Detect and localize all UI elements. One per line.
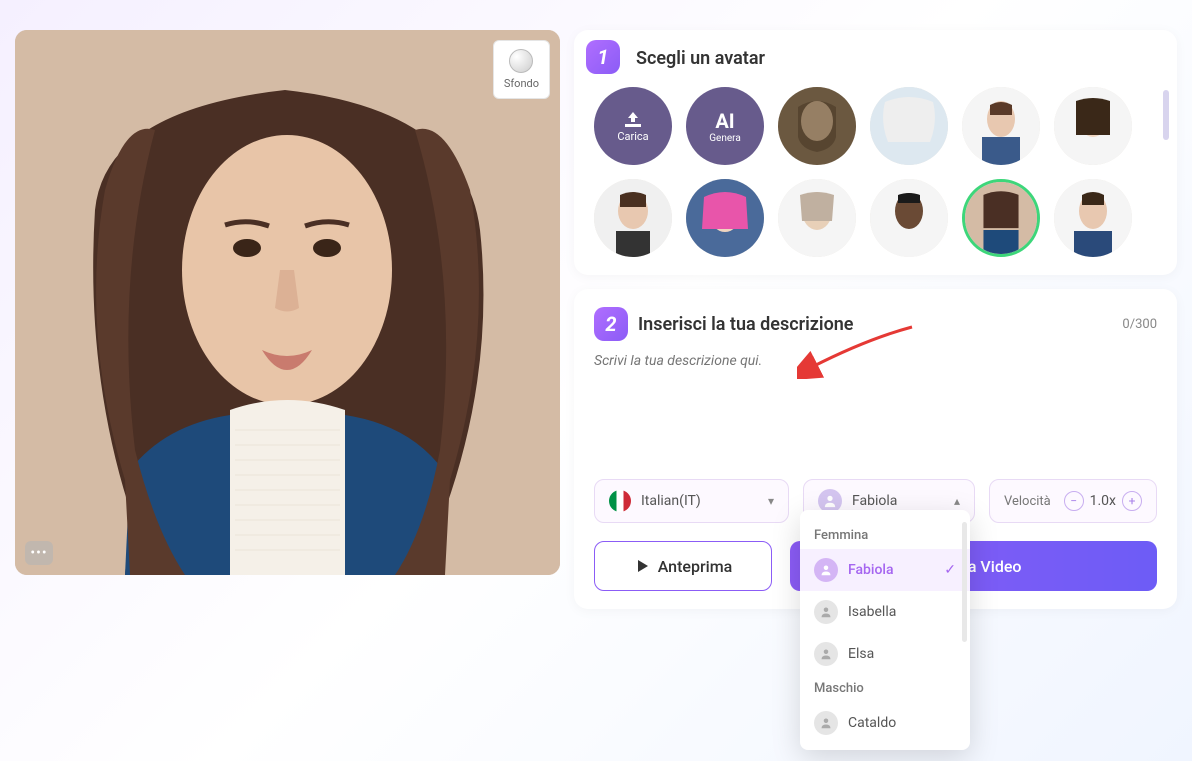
italy-flag-icon [609, 490, 631, 512]
scrollbar[interactable] [1163, 90, 1169, 140]
avatar-option-7[interactable] [778, 179, 856, 257]
avatar-option-4[interactable] [1054, 87, 1132, 165]
dropdown-scrollbar[interactable] [962, 522, 967, 642]
person-icon [814, 600, 838, 624]
voice-option-fabiola[interactable]: Fabiola ✓ [800, 549, 970, 591]
more-options-button[interactable]: ••• [25, 541, 53, 565]
avatar-option-1[interactable] [778, 87, 856, 165]
step2-badge: 2 [594, 307, 628, 341]
language-select[interactable]: Italian(IT) ▾ [594, 479, 789, 523]
check-icon: ✓ [944, 562, 956, 578]
play-icon [634, 558, 650, 574]
voice-option-isabella[interactable]: Isabella [800, 591, 970, 633]
dots-icon: ••• [30, 545, 47, 561]
dropdown-group-male: Maschio [800, 675, 970, 702]
avatar-option-8[interactable] [870, 179, 948, 257]
avatar-option-2[interactable] [870, 87, 948, 165]
voice-value: Fabiola [852, 493, 944, 509]
avatar-option-6[interactable] [686, 179, 764, 257]
avatar-option-10[interactable] [1054, 179, 1132, 257]
voice-option-cataldo[interactable]: Cataldo [800, 702, 970, 744]
chevron-up-icon: ▴ [954, 494, 960, 508]
speed-label: Velocità [1004, 494, 1051, 509]
char-counter: 0/300 [1122, 317, 1157, 332]
person-icon [814, 711, 838, 735]
ai-label: AI [715, 109, 734, 133]
preview-button-label: Anteprima [658, 557, 733, 576]
ai-sublabel: Genera [709, 133, 741, 144]
background-button[interactable]: Sfondo [493, 40, 550, 99]
speed-value: 1.0x [1090, 493, 1116, 509]
speed-decrease-button[interactable]: − [1064, 491, 1084, 511]
step1-card: 1 Scegli un avatar Carica AI Genera [574, 30, 1177, 275]
avatar-option-9-selected[interactable] [962, 179, 1040, 257]
ai-generate-button[interactable]: AI Genera [686, 87, 764, 165]
background-label: Sfondo [504, 77, 539, 90]
dropdown-group-female: Femmina [800, 522, 970, 549]
person-icon [814, 642, 838, 666]
avatar-option-3[interactable] [962, 87, 1040, 165]
language-value: Italian(IT) [641, 493, 758, 509]
voice-option-label: Isabella [848, 604, 956, 620]
voice-option-label: Fabiola [848, 562, 934, 578]
upload-icon [622, 110, 644, 128]
voice-option-label: Cataldo [848, 715, 956, 731]
avatar-image [15, 30, 560, 575]
speed-increase-button[interactable]: + [1122, 491, 1142, 511]
voice-option-label: Elsa [848, 646, 956, 662]
description-input[interactable] [594, 353, 1157, 463]
background-icon [509, 49, 533, 73]
upload-avatar-button[interactable]: Carica [594, 87, 672, 165]
step1-badge: 1 [586, 40, 620, 74]
avatar-preview-panel: Sfondo ••• [15, 30, 560, 575]
avatar-option-5[interactable] [594, 179, 672, 257]
voice-dropdown: Femmina Fabiola ✓ Isabella Elsa Maschio … [800, 510, 970, 750]
voice-option-elsa[interactable]: Elsa [800, 633, 970, 675]
speed-control: Velocità − 1.0x + [989, 479, 1157, 523]
chevron-down-icon: ▾ [768, 494, 774, 508]
step2-title: Inserisci la tua descrizione [638, 314, 854, 335]
person-icon [814, 558, 838, 582]
upload-label: Carica [617, 130, 648, 143]
preview-button[interactable]: Anteprima [594, 541, 772, 591]
step1-title: Scegli un avatar [636, 48, 1157, 69]
